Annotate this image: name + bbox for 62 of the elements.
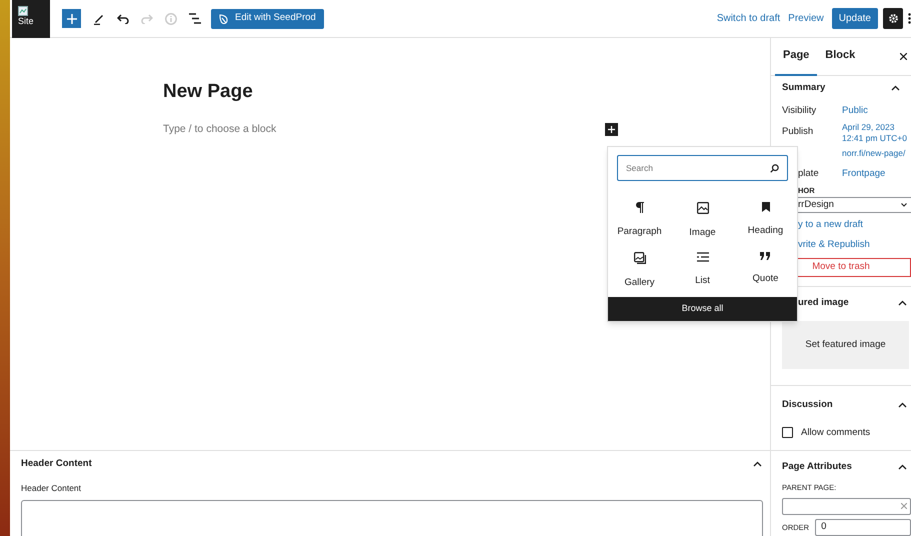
switch-to-draft-link[interactable]: Switch to draft [716,11,780,26]
preview-link[interactable]: Preview [788,11,824,26]
panel-title[interactable]: Discussion [782,398,833,412]
pilcrow-icon [635,202,644,214]
text-area[interactable] [21,500,763,536]
visibility-link[interactable]: Public [842,104,868,118]
field-label: Header Content [21,482,82,495]
gallery-icon [634,252,646,264]
parent-page-select[interactable] [782,498,911,515]
close-icon[interactable] [900,53,907,60]
bookmark-icon [762,202,770,212]
sidebar-tab[interactable]: Block [817,38,864,76]
order-input[interactable]: 0 [815,518,911,536]
meta-box-title: Header Content [21,456,92,471]
settings-button[interactable] [883,8,903,29]
gear-icon [888,13,898,24]
chevron-up-icon[interactable] [891,84,900,91]
image-icon [696,202,708,214]
field-label: plate [798,167,820,182]
broken-image-icon [18,6,28,16]
undo-icon[interactable] [117,14,129,24]
chevron-up-icon[interactable] [898,300,907,306]
add-block-button[interactable] [605,123,618,136]
browse-all-button[interactable]: Browse all [608,297,797,321]
template-link[interactable]: Frontpage [842,167,886,182]
plus-icon [66,14,76,24]
panel-title[interactable]: Page Attributes [782,460,852,474]
field-label: Publish [782,125,814,140]
block-option[interactable]: Paragraph [608,199,671,248]
block-option[interactable]: List [671,249,734,298]
panel-title[interactable]: ured image [798,296,849,310]
set-featured-image-button[interactable]: Set featured image [782,320,909,369]
copy-draft-link[interactable]: y to a new draft [798,218,863,232]
list-view-icon[interactable] [189,13,201,24]
site-logo[interactable]: Site [12,0,50,38]
publish-date-link[interactable]: April 29, 2023 12:41 pm UTC+0 [842,122,908,144]
chevron-up-icon[interactable] [753,461,762,467]
panel-title[interactable]: Summary [782,80,826,96]
pencil-icon[interactable] [93,12,105,24]
plus-icon [608,126,615,134]
chevron-down-icon [901,203,907,208]
more-options-icon[interactable] [908,13,911,24]
field-label: Visibility [782,104,818,118]
url-link[interactable]: norr.fi/new-page/ [842,147,906,160]
block-placeholder[interactable]: Type / to choose a block [163,122,605,138]
quote-icon [760,252,771,260]
chevron-up-icon[interactable] [898,464,907,470]
sidebar-tab[interactable]: Page [775,38,818,76]
search-icon [770,164,779,173]
clear-icon[interactable] [901,503,907,510]
search-field[interactable]: Search [617,155,788,182]
checkbox[interactable] [782,427,793,438]
rewrite-republish-link[interactable]: vrite & Republish [798,238,870,252]
page-title[interactable]: New Page [163,80,770,104]
block-option[interactable]: Gallery [608,249,671,298]
update-button[interactable]: Update [832,8,878,29]
seedprod-button[interactable]: Edit with SeedProd [211,8,324,28]
list-icon [696,252,708,262]
checkbox-label: Allow comments [801,426,870,440]
block-option[interactable]: Image [671,199,734,248]
leaf-icon [219,14,228,24]
chevron-up-icon[interactable] [898,402,907,408]
